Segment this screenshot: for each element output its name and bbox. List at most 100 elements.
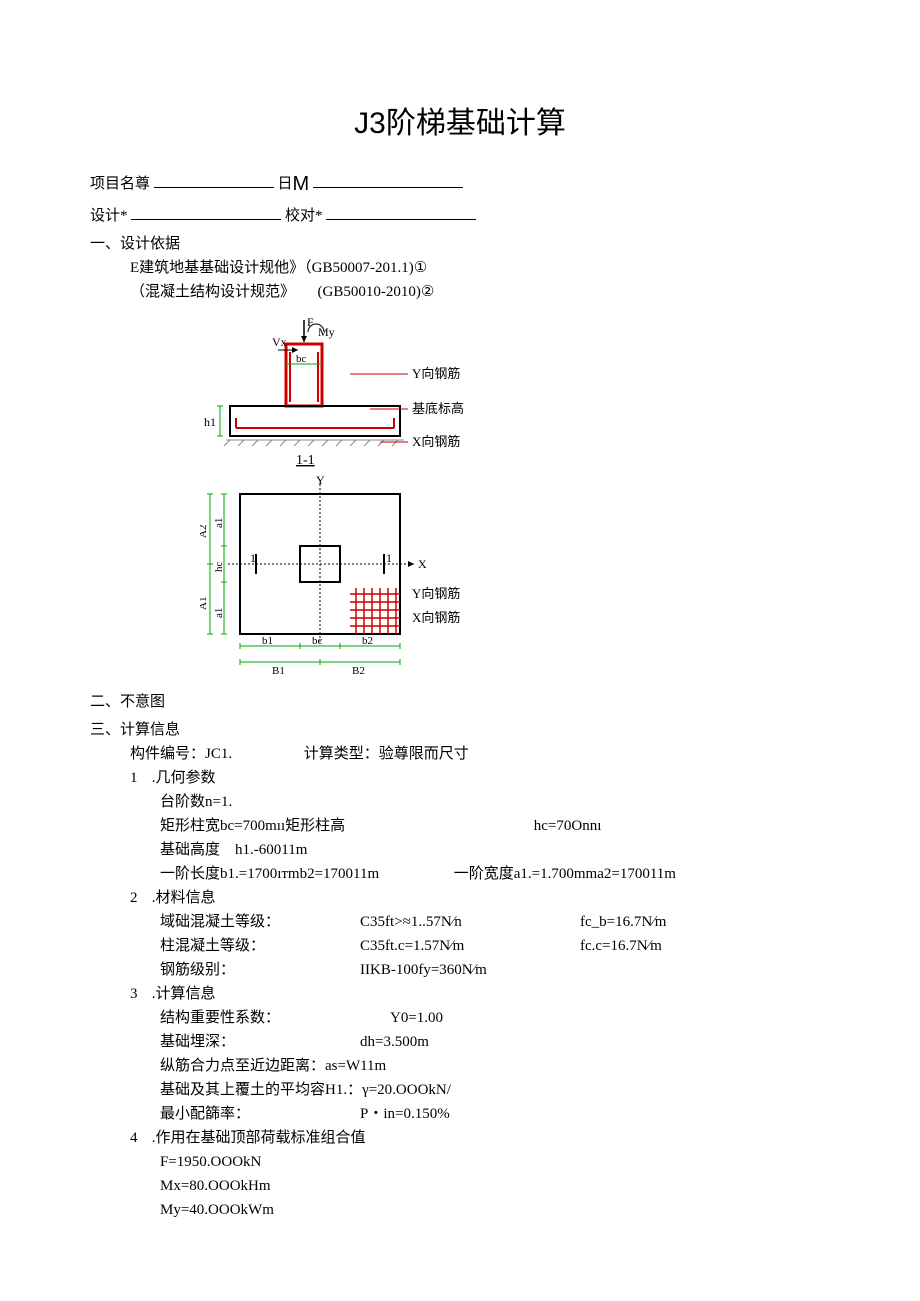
g3-r5: 最小配篩率： P・in=0.150% [90,1102,830,1126]
g1-l2a: 矩形柱宽bc=700mıı矩形柱高 [160,814,530,838]
ground-hatch [224,440,404,446]
date-glyph: 日 [278,176,293,192]
check-blank [326,205,476,220]
g3-r2a: 基础埋深： [160,1030,360,1054]
section-3: 三、计算信息 构件编号：JC1. 计算类型：验尊限而尺寸 1 .几何参数 台阶数… [90,718,830,1222]
diagram-container: F My Vx bc h1 Y向钢筋 基底标高 X向钢筋 1-1 Y [200,314,480,684]
g3-r1: 结构重要性系数： Y0=1.00 [90,1006,830,1030]
g3-head: 3 .计算信息 [90,982,830,1006]
g1-l3: 基础高度 h1.-60011m [90,838,830,862]
comp-b: 计算类型：验尊限而尺寸 [304,746,469,762]
label-b1: b1 [262,635,273,647]
g3-r5b: P・in=0.150% [360,1102,450,1126]
label-vx: Vx [272,335,287,349]
g1-l4: 一阶长度b1.=1700ıтmb2=170011m 一阶宽度a1.=1.700m… [90,862,830,886]
g2-r3b: IIKB-100fy=360N∕m [360,958,580,982]
g2-title: .材料信息 [152,890,216,906]
g4-num: 4 [130,1126,148,1150]
slab-rebar-hook [236,418,394,428]
label-a1low2: a1 [213,608,225,618]
g4-head: 4 .作用在基础顶部荷载标准组合值 [90,1126,830,1150]
label-b2: b2 [362,635,373,647]
section-1: 一、设计依据 E建筑地基基础设计规他》（GB50007-201.1)① （混凝土… [90,232,830,304]
label-base: 基底标高 [412,401,464,416]
g1-head: 1 .几何参数 [90,766,830,790]
label-h1: h1 [204,415,216,429]
x-axis-arrow [408,561,414,567]
label-sec11: 1-1 [296,453,315,468]
g1-l4b: 一阶宽度a1.=1.700mma2=170011m [454,866,676,882]
label-b2cap: B2 [352,665,365,677]
g2-r2c: fc.c=16.7N∕m [580,934,760,958]
sec1-heading: 一、设计依据 [90,232,830,256]
sec2-heading: 二、不意图 [90,690,830,714]
label-y-rebar2: Y向钢筋 [412,586,460,601]
g2-r3: 钢筋级别： IIKB-100fy=360N∕m [90,958,830,982]
check-label: 校对* [285,204,323,228]
label-my: My [318,325,335,339]
label-x-rebar: X向钢筋 [412,434,460,449]
g2-r1a: 域础混凝土等级： [160,910,360,934]
label-y-rebar: Y向钢筋 [412,366,460,381]
title-prefix: J3 [354,107,386,140]
label-bc-bot: bc [312,635,323,647]
title-rest: 阶梯基础计算 [386,107,566,140]
g4-l2: Mx=80.OOOkHm [90,1174,830,1198]
date-blank [313,173,463,188]
design-label: 设计* [90,204,128,228]
g2-r1c: fc_b=16.7N∕m [580,910,760,934]
g3-r5a: 最小配篩率： [160,1102,360,1126]
label-a2cap: A2 [200,525,209,538]
g3-num: 3 [130,982,148,1006]
label-a1cap: A1 [200,597,209,610]
g2-r3a: 钢筋级别： [160,958,360,982]
label-b1cap: B1 [272,665,285,677]
g1-l2b: hc=70Onnı [534,818,602,834]
g1-l4a: 一阶长度b1.=1700ıтmb2=170011m [160,862,450,886]
g1-num: 1 [130,766,148,790]
plan-rebar-grid [350,588,400,634]
g2-r2: 柱混凝土等级： C35ft.c=1.57N∕m fc.c=16.7N∕m [90,934,830,958]
g3-r1a: 结构重要性系数： [160,1006,390,1030]
g2-r2b: C35ft.c=1.57N∕m [360,934,580,958]
g1-title: .几何参数 [152,770,216,786]
label-a1low: a1 [213,518,225,528]
project-label: 项目名尊 [90,172,150,196]
g2-r1b: C35ft>≈1..57N∕n [360,910,580,934]
label-x-axis: X [418,557,427,571]
design-blank [131,205,281,220]
page-title: J3阶梯基础计算 [90,100,830,148]
component-line: 构件编号：JC1. 计算类型：验尊限而尺寸 [90,742,830,766]
g2-r1: 域础混凝土等级： C35ft>≈1..57N∕n fc_b=16.7N∕m [90,910,830,934]
label-hc: hc [213,562,225,573]
g2-r2a: 柱混凝土等级： [160,934,360,958]
foundation-diagram: F My Vx bc h1 Y向钢筋 基底标高 X向钢筋 1-1 Y [200,314,480,684]
sec3-heading: 三、计算信息 [90,718,830,742]
g3-r3: 纵筋合力点至近边距离：as=W11m [90,1054,830,1078]
g3-r2: 基础埋深： dh=3.500m [90,1030,830,1054]
comp-a: 构件编号：JC1. [130,742,300,766]
meta-row-2: 设计* 校对* [90,204,830,228]
section-2: 二、不意图 [90,690,830,714]
slab-rect [230,406,400,436]
g3-r2b: dh=3.500m [360,1030,429,1054]
g2-num: 2 [130,886,148,910]
g4-l1: F=1950.OOOkN [90,1150,830,1174]
m-glyph: M [293,173,310,195]
g4-title: .作用在基础顶部荷载标准组合值 [152,1130,366,1146]
sec1-line1: E建筑地基基础设计规他》（GB50007-201.1)① [90,256,830,280]
g3-r1b: Y0=1.00 [390,1006,443,1030]
sec1-line2: （混凝土结构设计规范》 (GB50010-2010)② [90,280,830,304]
g3-title: .计算信息 [152,986,216,1002]
plan-view: Y X 1 1 Y向钢筋 X向钢筋 A2 A1 a1 hc [200,473,460,677]
g1-l1: 台阶数n=1. [90,790,830,814]
project-blank [154,173,274,188]
force-f-arrow [301,336,307,342]
g1-l2: 矩形柱宽bc=700mıı矩形柱高 hc=70Onnı [90,814,830,838]
label-bc-top: bc [296,353,307,365]
label-y-axis: Y [316,473,325,487]
meta-row-1: 项目名尊 日M [90,168,830,200]
g2-head: 2 .材料信息 [90,886,830,910]
g4-l3: My=40.OOOkWm [90,1198,830,1222]
label-x-rebar2: X向钢筋 [412,610,460,625]
